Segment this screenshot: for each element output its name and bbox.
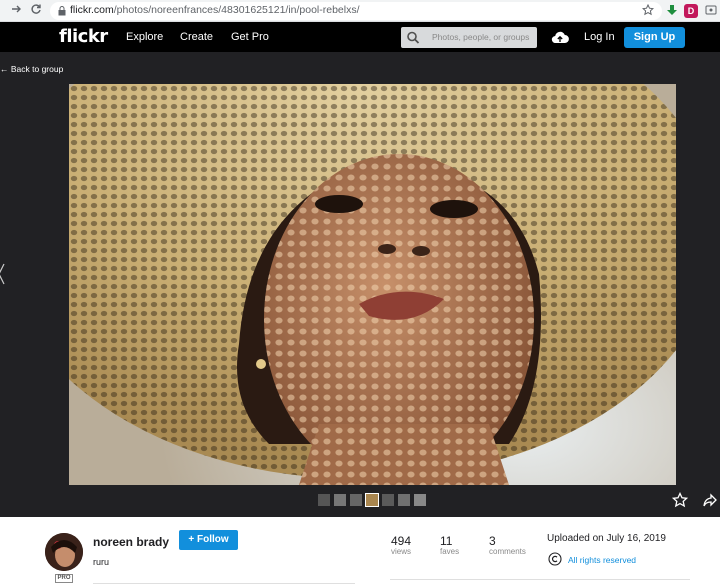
- main-photo[interactable]: [69, 84, 676, 485]
- previous-photo-arrow-icon[interactable]: [0, 262, 6, 286]
- flickr-logo[interactable]: flickr: [59, 26, 108, 47]
- rights-link[interactable]: All rights reserved: [568, 555, 636, 565]
- back-to-group-link[interactable]: ← Back to group: [0, 64, 63, 74]
- extension-icon[interactable]: [704, 4, 718, 18]
- views-count: 494: [391, 534, 412, 548]
- filmstrip-thumb[interactable]: [318, 494, 330, 506]
- fave-star-icon[interactable]: [672, 492, 688, 508]
- photo-caption: ruru: [93, 557, 110, 567]
- share-arrow-icon[interactable]: [702, 492, 718, 508]
- pro-badge: PRO: [55, 574, 73, 583]
- browser-toolbar: flickr.com/photos/noreenfrances/48301625…: [0, 0, 720, 22]
- stats-divider: [390, 579, 690, 580]
- owner-name[interactable]: noreen brady: [93, 535, 169, 549]
- nav-create[interactable]: Create: [180, 31, 213, 43]
- download-arrow-icon[interactable]: [665, 4, 679, 18]
- comments-label: comments: [489, 547, 526, 556]
- back-to-group-label: Back to group: [10, 64, 64, 74]
- reload-icon[interactable]: [28, 3, 44, 19]
- login-link[interactable]: Log In: [584, 31, 615, 43]
- follow-button[interactable]: + Follow: [179, 530, 238, 550]
- upload-cloud-icon[interactable]: [551, 30, 569, 44]
- filmstrip-thumb-current[interactable]: [365, 493, 379, 507]
- photo-stage: ← Back to group: [0, 52, 720, 517]
- faves-label: faves: [440, 547, 460, 556]
- url-text: flickr.com/photos/noreenfrances/48301625…: [70, 4, 360, 16]
- search-box[interactable]: Photos, people, or groups: [401, 27, 537, 48]
- filmstrip-thumb[interactable]: [414, 494, 426, 506]
- signup-button[interactable]: Sign Up: [624, 27, 685, 48]
- views-label: views: [391, 547, 412, 556]
- nav-get-pro[interactable]: Get Pro: [231, 31, 269, 43]
- lock-icon: [58, 6, 66, 16]
- extension-d-icon[interactable]: D: [684, 4, 698, 18]
- filmstrip-thumb[interactable]: [398, 494, 410, 506]
- search-icon[interactable]: [401, 27, 425, 48]
- site-header: flickr Explore Create Get Pro Photos, pe…: [0, 22, 720, 52]
- caption-divider: [93, 583, 355, 584]
- photo-info-panel: PRO noreen brady + Follow ruru 494 views…: [0, 517, 720, 587]
- filmstrip-thumb[interactable]: [334, 494, 346, 506]
- comments-count: 3: [489, 534, 496, 548]
- url-host: flickr.com: [70, 4, 114, 16]
- nav-explore[interactable]: Explore: [126, 31, 163, 43]
- owner-avatar[interactable]: [45, 533, 83, 571]
- address-bar[interactable]: flickr.com/photos/noreenfrances/48301625…: [50, 2, 662, 20]
- bookmark-star-icon[interactable]: [641, 3, 655, 18]
- url-path: /photos/noreenfrances/48301625121/in/poo…: [113, 4, 360, 16]
- back-arrow-icon: ←: [0, 64, 11, 74]
- filmstrip-thumb[interactable]: [350, 494, 362, 506]
- copyright-icon: [548, 552, 562, 566]
- faves-count: 11: [440, 534, 453, 548]
- upload-date: Uploaded on July 16, 2019: [547, 533, 666, 544]
- search-input[interactable]: Photos, people, or groups: [432, 32, 529, 42]
- filmstrip-thumb[interactable]: [382, 494, 394, 506]
- forward-arrow-icon[interactable]: [8, 3, 24, 19]
